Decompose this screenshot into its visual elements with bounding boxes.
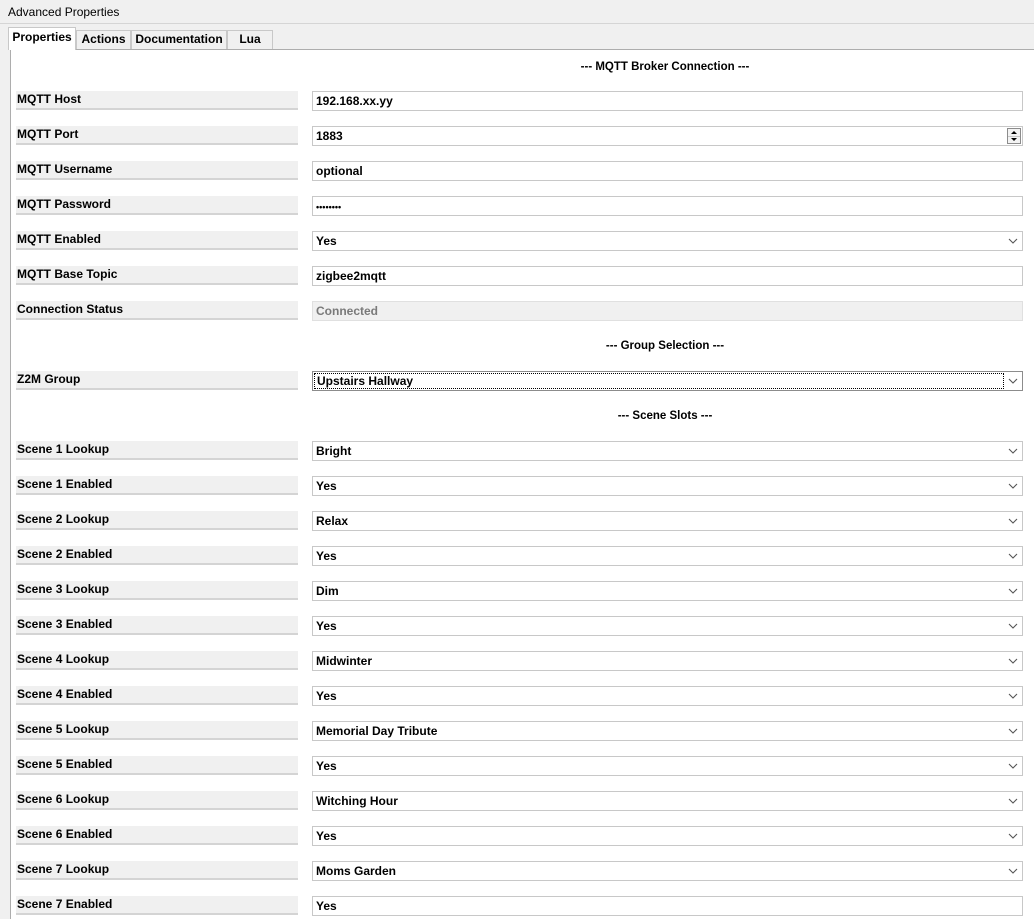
window-title: Advanced Properties	[8, 5, 120, 19]
scene4-enabled-value: Yes	[316, 689, 337, 703]
scene2-lookup-value: Relax	[316, 514, 349, 528]
chevron-down-icon	[1008, 553, 1018, 559]
chevron-down-icon	[1008, 728, 1018, 734]
scene5-enabled-select[interactable]: Yes	[312, 756, 1023, 776]
mqtt-username-input[interactable]: optional	[312, 161, 1023, 181]
mqtt-username-value: optional	[316, 164, 363, 178]
label-mqtt-enabled: MQTT Enabled	[16, 231, 298, 250]
scene3-lookup-select[interactable]: Dim	[312, 581, 1023, 601]
scene6-enabled-select[interactable]: Yes	[312, 826, 1023, 846]
scene7-enabled-select[interactable]: Yes	[312, 896, 1023, 916]
label-scene7-enabled: Scene 7 Enabled	[16, 896, 298, 915]
chevron-down-icon	[1008, 378, 1018, 384]
mqtt-host-value: 192.168.xx.yy	[316, 94, 393, 108]
chevron-down-icon	[1008, 868, 1018, 874]
chevron-down-icon	[1008, 238, 1018, 244]
scene2-enabled-value: Yes	[316, 549, 337, 563]
scene4-lookup-select[interactable]: Midwinter	[312, 651, 1023, 671]
section-header-mqtt: --- MQTT Broker Connection ---	[580, 61, 750, 73]
scene6-lookup-select[interactable]: Witching Hour	[312, 791, 1023, 811]
z2m-group-value: Upstairs Hallway	[317, 374, 414, 388]
spin-down-icon[interactable]	[1008, 136, 1020, 143]
section-header-scenes: --- Scene Slots ---	[617, 410, 713, 422]
mqtt-base-topic-value: zigbee2mqtt	[316, 269, 387, 283]
label-connection-status: Connection Status	[16, 301, 298, 320]
chevron-down-icon	[1008, 518, 1018, 524]
chevron-down-icon	[1008, 833, 1018, 839]
scene2-enabled-select[interactable]: Yes	[312, 546, 1023, 566]
port-spin-buttons	[1007, 128, 1021, 144]
window-titlebar: Advanced Properties	[0, 0, 1034, 24]
chevron-down-icon	[1008, 448, 1018, 454]
tab-documentation[interactable]: Documentation	[131, 30, 227, 49]
label-scene2-enabled: Scene 2 Enabled	[16, 546, 298, 565]
label-scene6-enabled: Scene 6 Enabled	[16, 826, 298, 845]
scene4-enabled-select[interactable]: Yes	[312, 686, 1023, 706]
z2m-group-select[interactable]: Upstairs Hallway	[312, 371, 1023, 391]
scene3-lookup-value: Dim	[316, 584, 339, 598]
chevron-down-icon	[1008, 623, 1018, 629]
mqtt-host-input[interactable]: 192.168.xx.yy	[312, 91, 1023, 111]
label-scene4-lookup: Scene 4 Lookup	[16, 651, 298, 670]
mqtt-port-value: 1883	[316, 129, 343, 143]
mqtt-port-stepper[interactable]: 1883	[312, 126, 1023, 146]
scene1-lookup-value: Bright	[316, 444, 352, 458]
chevron-down-icon	[1008, 763, 1018, 769]
scene4-lookup-value: Midwinter	[316, 654, 372, 668]
label-scene4-enabled: Scene 4 Enabled	[16, 686, 298, 705]
connection-status-field: Connected	[312, 301, 1023, 321]
mqtt-enabled-value: Yes	[316, 234, 337, 248]
label-scene7-lookup: Scene 7 Lookup	[16, 861, 298, 880]
scene7-lookup-value: Moms Garden	[316, 864, 397, 878]
chevron-down-icon	[1008, 798, 1018, 804]
label-scene1-lookup: Scene 1 Lookup	[16, 441, 298, 460]
chevron-down-icon	[1008, 693, 1018, 699]
label-scene6-lookup: Scene 6 Lookup	[16, 791, 298, 810]
label-scene3-lookup: Scene 3 Lookup	[16, 581, 298, 600]
scene7-lookup-select[interactable]: Moms Garden	[312, 861, 1023, 881]
scene6-enabled-value: Yes	[316, 829, 337, 843]
scene5-enabled-value: Yes	[316, 759, 337, 773]
label-scene2-lookup: Scene 2 Lookup	[16, 511, 298, 530]
label-scene3-enabled: Scene 3 Enabled	[16, 616, 298, 635]
label-scene1-enabled: Scene 1 Enabled	[16, 476, 298, 495]
scene1-lookup-select[interactable]: Bright	[312, 441, 1023, 461]
mqtt-password-input[interactable]: ••••••••	[312, 196, 1023, 216]
label-mqtt-base-topic: MQTT Base Topic	[16, 266, 298, 285]
scene3-enabled-select[interactable]: Yes	[312, 616, 1023, 636]
label-scene5-lookup: Scene 5 Lookup	[16, 721, 298, 740]
scene5-lookup-select[interactable]: Memorial Day Tribute	[312, 721, 1023, 741]
label-mqtt-username: MQTT Username	[16, 161, 298, 180]
connection-status-value: Connected	[316, 304, 379, 318]
scene2-lookup-select[interactable]: Relax	[312, 511, 1023, 531]
scene7-enabled-value: Yes	[316, 899, 337, 913]
tab-actions[interactable]: Actions	[76, 30, 131, 49]
section-header-group: --- Group Selection ---	[605, 340, 725, 352]
scene1-enabled-select[interactable]: Yes	[312, 476, 1023, 496]
tab-properties[interactable]: Properties	[8, 27, 76, 50]
label-mqtt-password: MQTT Password	[16, 196, 298, 215]
chevron-down-icon	[1008, 588, 1018, 594]
label-z2m-group: Z2M Group	[16, 371, 298, 390]
mqtt-password-value: ••••••••	[316, 202, 342, 212]
label-scene5-enabled: Scene 5 Enabled	[16, 756, 298, 775]
scene5-lookup-value: Memorial Day Tribute	[316, 724, 438, 738]
mqtt-base-topic-input[interactable]: zigbee2mqtt	[312, 266, 1023, 286]
mqtt-enabled-select[interactable]: Yes	[312, 231, 1023, 251]
z2m-group-focus: Upstairs Hallway	[314, 373, 1004, 389]
scene1-enabled-value: Yes	[316, 479, 337, 493]
scene6-lookup-value: Witching Hour	[316, 794, 398, 808]
tab-lua[interactable]: Lua	[227, 30, 273, 49]
label-mqtt-port: MQTT Port	[16, 126, 298, 145]
chevron-down-icon	[1008, 658, 1018, 664]
label-mqtt-host: MQTT Host	[16, 91, 298, 110]
chevron-down-icon	[1008, 483, 1018, 489]
scene3-enabled-value: Yes	[316, 619, 337, 633]
